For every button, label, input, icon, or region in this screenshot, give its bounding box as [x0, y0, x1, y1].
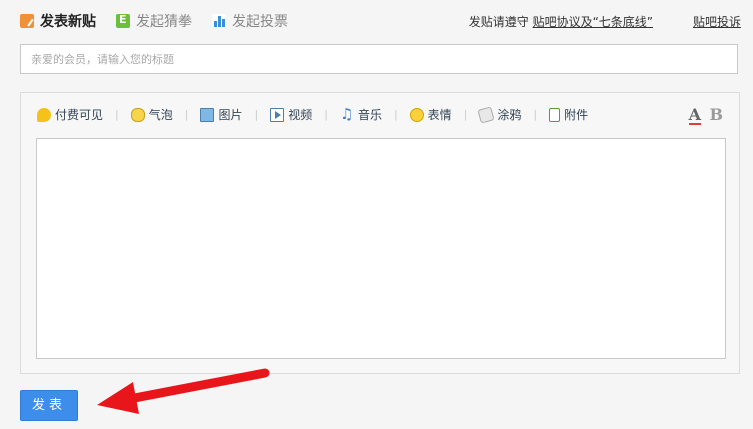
- annotation-arrow: [97, 368, 270, 414]
